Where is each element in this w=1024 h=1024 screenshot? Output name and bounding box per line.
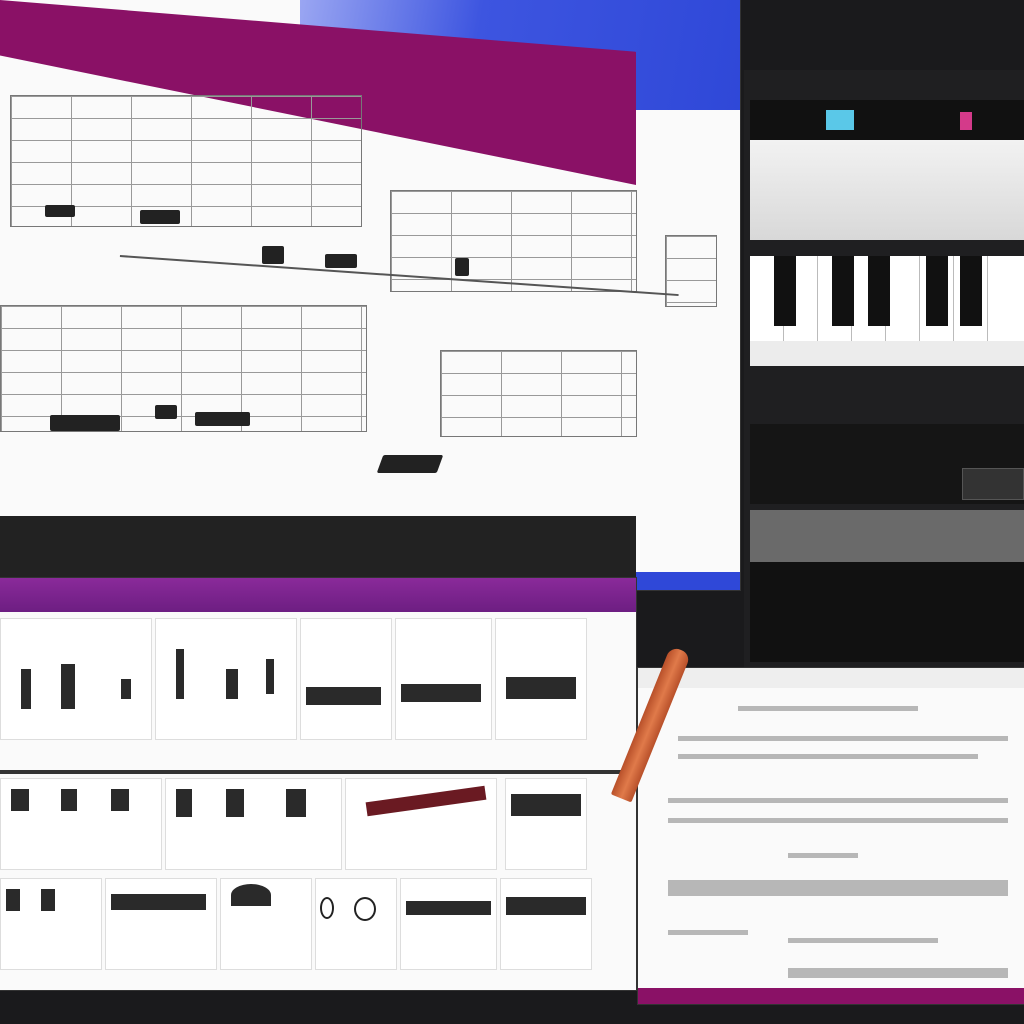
catalog-titlebar[interactable] <box>0 578 636 612</box>
blueprint-grid-5 <box>665 235 717 307</box>
thumbnail-card[interactable] <box>0 778 162 870</box>
thumbnail-card[interactable] <box>345 778 497 870</box>
divider-strip <box>0 516 636 578</box>
device-label-bar <box>750 510 1024 562</box>
text-line <box>788 968 1008 978</box>
thumbnail-card[interactable] <box>0 618 152 740</box>
text-line <box>668 818 1008 823</box>
device-indicator <box>960 112 972 130</box>
thumbnail-card[interactable] <box>300 618 392 740</box>
device-indicator <box>826 110 854 130</box>
circle-icon <box>354 897 376 921</box>
device-toolbar <box>750 100 1024 140</box>
thumbnail-card[interactable] <box>500 878 592 970</box>
machine-part <box>140 210 180 224</box>
text-line <box>788 938 938 943</box>
circle-icon <box>320 897 334 919</box>
thumbnail-card[interactable] <box>395 618 492 740</box>
text-line <box>668 798 1008 803</box>
machine-part <box>155 405 177 419</box>
device-screen <box>750 140 1024 240</box>
document-window <box>638 668 1024 1004</box>
text-line <box>668 880 1008 896</box>
thumbnail-card[interactable] <box>105 878 217 970</box>
main-blueprint-window <box>0 0 740 590</box>
status-bar <box>636 572 740 590</box>
device-button[interactable] <box>962 468 1024 500</box>
machine-part <box>325 254 357 268</box>
thumbnail-card[interactable] <box>220 878 312 970</box>
thumbnail-card[interactable] <box>315 878 397 970</box>
document-header <box>638 668 1024 688</box>
document-footer-bar <box>638 988 1024 1004</box>
catalog-window <box>0 578 636 990</box>
thumbnail-card[interactable] <box>165 778 342 870</box>
text-line <box>668 930 748 935</box>
machine-part <box>50 415 120 431</box>
thumbnail-card[interactable] <box>505 778 587 870</box>
piano-keyboard-icon[interactable] <box>750 256 1024 366</box>
text-line <box>678 754 978 759</box>
device-block <box>750 424 1024 504</box>
thumbnail-card[interactable] <box>400 878 497 970</box>
machine-part <box>45 205 75 217</box>
device-base <box>750 562 1024 662</box>
row-divider <box>0 770 636 774</box>
machine-part <box>262 246 284 264</box>
text-line <box>678 736 1008 741</box>
blueprint-grid-3 <box>0 305 367 432</box>
blueprint-grid-4 <box>440 350 637 437</box>
thumbnail-card[interactable] <box>495 618 587 740</box>
right-panel <box>744 70 1024 670</box>
text-line <box>788 853 858 858</box>
thumbnail-card[interactable] <box>155 618 297 740</box>
machine-part <box>376 455 444 473</box>
thumbnail-card[interactable] <box>0 878 102 970</box>
machine-part <box>195 412 250 426</box>
text-line <box>738 706 918 711</box>
machine-part <box>455 258 469 276</box>
